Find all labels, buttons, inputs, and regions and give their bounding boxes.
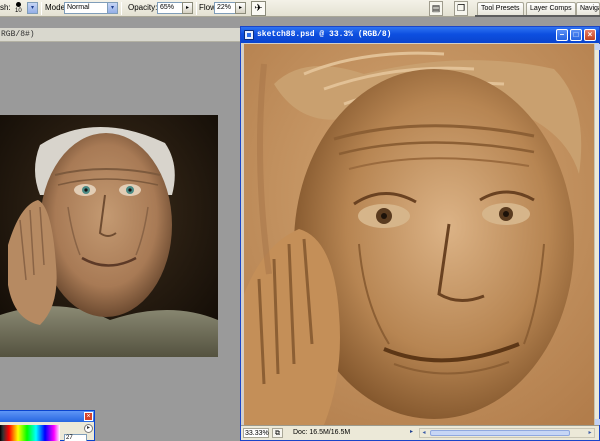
palette-well-divider [475,15,600,17]
brush-label: sh: [0,3,11,12]
opacity-slider-button[interactable]: ▸ [182,2,193,14]
opacity-label: Opacity: [128,3,158,12]
flow-field[interactable]: 22% [214,2,236,14]
separator [121,2,122,15]
sketch-window-titlebar[interactable]: sketch88.psd @ 33.3% (RGB/8) – □ × [241,27,599,43]
close-button[interactable]: × [584,29,596,41]
document-icon [244,30,254,40]
sketch-canvas[interactable] [244,44,594,425]
status-info-icon[interactable]: ⧉ [272,428,283,438]
color-panel-close-button[interactable]: × [84,412,93,421]
options-bar: sh: 10 ▾ Mode: Normal ▾ Opacity: 65% ▸ F… [0,0,600,17]
reference-photo [0,115,218,357]
document-size-info: Doc: 16.5M/16.5M [293,429,351,436]
color-panel[interactable]: × ▸ 27 [0,410,95,441]
horizontal-scrollbar[interactable]: ◂ ▸ [419,428,595,438]
brush-size-value: 10 [15,8,22,14]
maximize-button[interactable]: □ [570,29,582,41]
color-panel-titlebar[interactable]: × [0,411,94,422]
tab-tool-presets[interactable]: Tool Presets [477,2,524,15]
opacity-field[interactable]: 65% [157,2,183,14]
file-browser-icon[interactable]: ❐ [454,1,468,16]
horizontal-scroll-thumb[interactable] [430,430,570,436]
brush-preview-icon[interactable] [16,2,21,7]
panel-dock-icon[interactable]: ▤ [429,1,443,16]
tab-navigator[interactable]: Navigat [576,2,600,15]
panel-menu-icon[interactable]: ▸ [84,424,93,433]
background-document-title: RGB/8#) [1,30,35,39]
color-spectrum-bar[interactable] [0,425,60,441]
mode-select[interactable]: Normal [64,2,108,14]
mode-dropdown-button[interactable]: ▾ [107,2,118,14]
separator [41,2,42,15]
vertical-scrollbar[interactable] [594,44,600,425]
sketch-document-window[interactable]: sketch88.psd @ 33.3% (RGB/8) – □ × 33.33… [240,26,600,441]
status-bar: 33.33% ⧉ Doc: 16.5M/16.5M ▸ ◂ ▸ [241,425,599,440]
scroll-right-arrow[interactable]: ▸ [586,429,594,437]
airbrush-toggle-icon[interactable]: ✈ [251,1,266,16]
tab-layer-comps[interactable]: Layer Comps [526,2,576,15]
zoom-field[interactable]: 33.33% [243,428,269,438]
minimize-button[interactable]: – [556,29,568,41]
separator [196,2,197,15]
brush-picker-dropdown-button[interactable]: ▾ [27,2,38,14]
color-value-field[interactable]: 27 [64,434,87,441]
background-document-titlebar[interactable]: RGB/8#) [0,28,240,42]
status-menu-arrow-icon[interactable]: ▸ [407,428,416,438]
sketch-window-title: sketch88.psd @ 33.3% (RGB/8) [257,30,392,39]
scroll-up-arrow[interactable] [595,44,600,50]
scroll-left-arrow[interactable]: ◂ [420,429,428,437]
flow-slider-button[interactable]: ▸ [235,2,246,14]
